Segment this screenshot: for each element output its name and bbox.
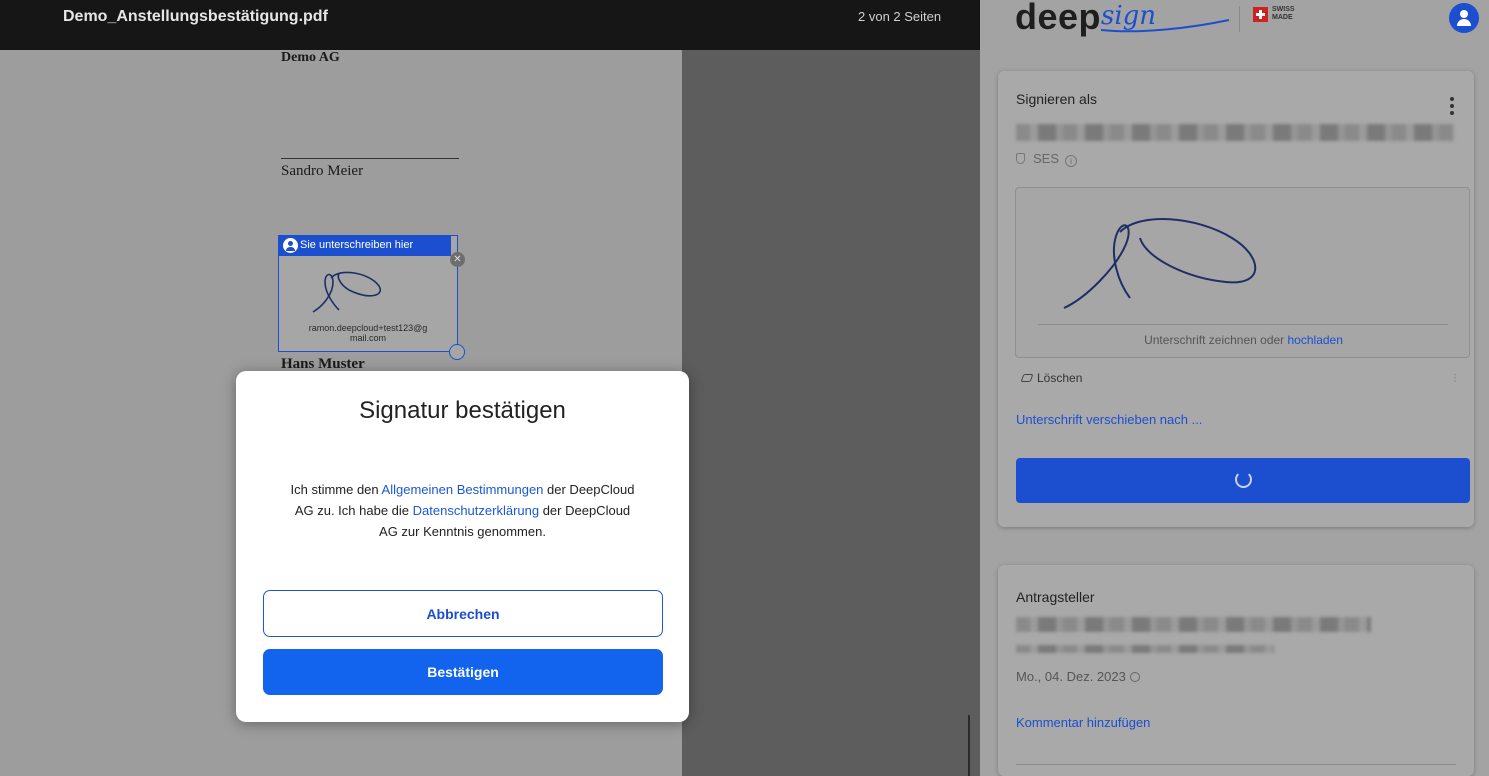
cancel-button[interactable]: Abbrechen	[263, 590, 663, 637]
user-icon	[283, 238, 298, 253]
pad-options-icon[interactable]: ⋮	[1450, 373, 1460, 384]
swiss-flag-icon	[1253, 7, 1268, 22]
signature-field[interactable]: Sie unterschreiben hier ✕ ramon.deepclou…	[278, 235, 465, 360]
signature-level: SES i	[1016, 151, 1078, 167]
loading-spinner-icon	[1235, 471, 1252, 488]
move-signature-link[interactable]: Unterschrift verschieben nach ...	[1016, 412, 1202, 427]
swiss-made-label: SWISS MADE	[1272, 6, 1295, 21]
signer-email-redacted	[1016, 124, 1454, 141]
seal-icon	[1016, 153, 1025, 164]
doc-signer-name: Sandro Meier	[281, 163, 364, 179]
request-date-text: Mo., 04. Dez. 2023	[1016, 669, 1126, 684]
brand-wordmark: deep	[1015, 0, 1102, 37]
email-line-2: mail.com	[349, 333, 386, 343]
requester-label: Antragsteller	[1016, 589, 1095, 605]
confirm-button[interactable]: Bestätigen	[263, 649, 663, 695]
close-icon[interactable]: ✕	[450, 252, 465, 267]
clock-icon	[1129, 672, 1140, 682]
clear-label: Löschen	[1037, 371, 1083, 385]
email-line-1: ramon.deepcloud+test123@g	[308, 323, 428, 333]
dialog-title: Signatur bestätigen	[359, 397, 566, 424]
signature-field-email: ramon.deepcloud+test123@g mail.com	[279, 323, 457, 343]
pad-hint-text: Unterschrift zeichnen oder	[1144, 333, 1288, 347]
brand-divider	[1239, 6, 1240, 32]
upload-link[interactable]: hochladen	[1288, 333, 1343, 347]
resize-handle[interactable]	[449, 344, 465, 360]
viewer-toolbar: Demo_Anstellungsbestätigung.pdf 2 von 2 …	[0, 0, 980, 50]
confirm-signature-dialog: Signatur bestätigen Ich stimme den Allge…	[236, 371, 689, 722]
signature-drawing	[312, 271, 382, 313]
signature-baseline	[1038, 324, 1448, 325]
signature-line	[281, 158, 459, 159]
file-title: Demo_Anstellungsbestätigung.pdf	[63, 8, 328, 25]
brand-logo: deep	[1015, 0, 1101, 38]
divider	[1016, 764, 1456, 765]
signature-field-label: Sie unterschreiben hier	[300, 239, 414, 251]
dialog-body: Ich stimme den Allgemeinen Bestimmungen …	[286, 479, 639, 542]
signature-pad[interactable]: Unterschrift zeichnen oder hochladen	[1015, 187, 1470, 358]
brand-script-logo: sign	[1101, 1, 1230, 33]
info-icon[interactable]: i	[1065, 155, 1078, 167]
eraser-icon	[1020, 374, 1034, 382]
doc-company-name: Demo AG	[281, 50, 340, 65]
terms-link[interactable]: Allgemeinen Bestimmungen	[382, 482, 544, 497]
page-count: 2 von 2 Seiten	[858, 9, 942, 24]
clear-button[interactable]: Löschen	[1020, 371, 1083, 385]
dialog-text-1: Ich stimme den	[290, 482, 382, 497]
sign-as-label: Signieren als	[1016, 91, 1097, 107]
signature-field-header: Sie unterschreiben hier	[278, 235, 451, 256]
request-date: Mo., 04. Dez. 2023	[1016, 669, 1140, 684]
requester-card: Antragsteller Mo., 04. Dez. 2023 Komment…	[998, 565, 1474, 776]
requester-name-redacted	[1016, 617, 1371, 632]
add-comment-link[interactable]: Kommentar hinzufügen	[1016, 715, 1150, 730]
scrollbar[interactable]	[968, 715, 970, 776]
more-options-icon[interactable]	[1450, 97, 1454, 119]
signature-level-label: SES	[1033, 151, 1060, 166]
signature-pad-hint: Unterschrift zeichnen oder hochladen	[1016, 333, 1471, 347]
sign-card: Signieren als SES i Unterschrift zeichnen…	[998, 71, 1474, 527]
privacy-link[interactable]: Datenschutzerklärung	[413, 503, 539, 518]
brand-script-text: sign	[1101, 1, 1156, 31]
signing-panel: deep sign SWISS MADE Signieren als SES i …	[980, 0, 1489, 776]
user-avatar[interactable]	[1449, 3, 1479, 33]
signature-drawing	[1063, 218, 1257, 309]
requester-email-redacted	[1016, 645, 1274, 653]
sign-button[interactable]	[1016, 458, 1470, 503]
